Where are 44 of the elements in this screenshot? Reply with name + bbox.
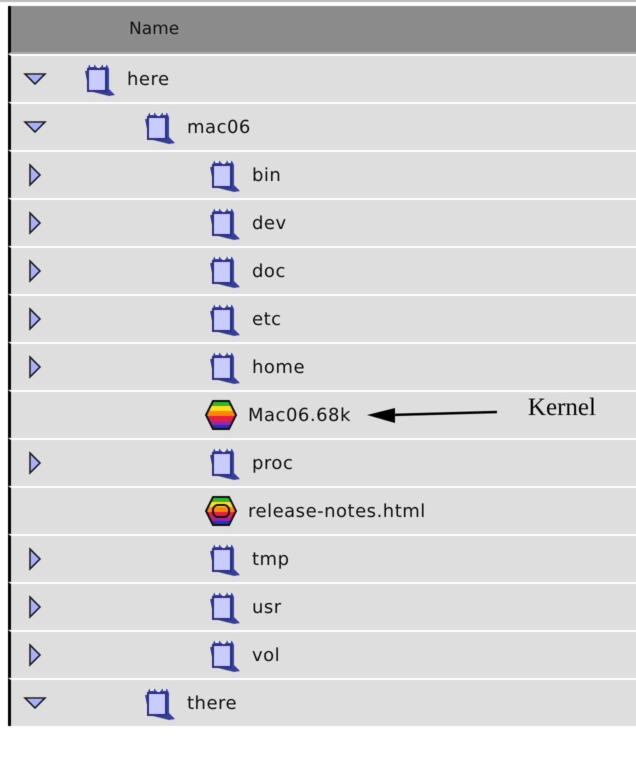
file-name: proc [252,452,294,474]
file-name: etc [252,308,282,330]
file-name: release-notes.html [248,500,426,522]
list-row[interactable]: home [8,342,636,390]
column-header[interactable]: Name [8,6,636,54]
collapsed-triangle-icon[interactable] [28,211,42,235]
file-name: there [187,692,238,714]
list-row[interactable]: usr [8,582,636,630]
file-name: dev [252,212,287,234]
collapsed-triangle-icon[interactable] [28,643,42,667]
list-row[interactable]: mac06 [8,102,636,150]
collapsed-triangle-icon[interactable] [28,355,42,379]
collapsed-triangle-icon[interactable] [28,163,42,187]
collapsed-triangle-icon[interactable] [28,451,42,475]
file-name: home [252,356,306,378]
list-row[interactable]: etc [8,294,636,342]
list-row[interactable]: doc [8,246,636,294]
file-name: mac06 [187,116,251,138]
annotation-label: Kernel [528,394,596,422]
file-name: vol [252,644,280,666]
list-row[interactable]: vol [8,630,636,678]
file-name: Mac06.68k [248,404,351,426]
list-row[interactable]: bin [8,150,636,198]
list-row[interactable]: here [8,54,636,102]
rainbow-document-icon [204,495,238,527]
list-row[interactable]: proc [8,438,636,486]
expanded-triangle-icon[interactable] [23,696,47,710]
list-row[interactable]: there [8,678,636,726]
list-row[interactable]: Mac06.68k Kernel [8,390,636,438]
file-name: usr [252,596,282,618]
file-name: bin [252,164,282,186]
rainbow-hexagon-icon [204,399,238,431]
list-row[interactable]: dev [8,198,636,246]
file-name: here [127,68,170,90]
expanded-triangle-icon[interactable] [23,120,47,134]
list-row[interactable]: release-notes.html [8,486,636,534]
collapsed-triangle-icon[interactable] [28,307,42,331]
collapsed-triangle-icon[interactable] [28,547,42,571]
collapsed-triangle-icon[interactable] [28,259,42,283]
expanded-triangle-icon[interactable] [23,72,47,86]
collapsed-triangle-icon[interactable] [28,595,42,619]
list-row[interactable]: tmp [8,534,636,582]
file-name: doc [252,260,286,282]
file-name: tmp [252,548,290,570]
